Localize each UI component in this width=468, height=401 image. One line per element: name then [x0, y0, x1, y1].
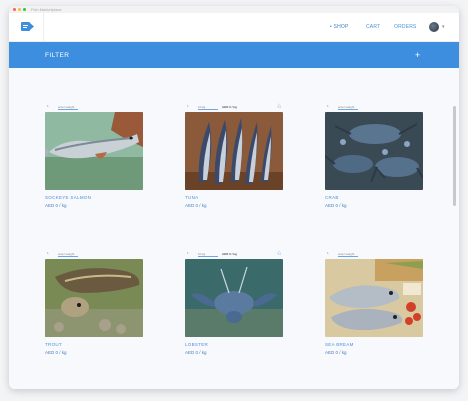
order-controls: 1 enter weight	[45, 104, 143, 112]
scrollbar[interactable]	[453, 106, 456, 206]
window-title: Fish Marketplace	[31, 7, 62, 12]
product-image[interactable]	[185, 112, 283, 190]
nav-cart[interactable]: CART	[366, 13, 380, 41]
product-name[interactable]: TROUT	[45, 342, 143, 347]
product-image[interactable]	[45, 259, 143, 337]
weight-select[interactable]: enter weight	[338, 252, 358, 257]
nav-orders[interactable]: ORDERS	[394, 13, 417, 41]
product-card[interactable]: 1 10 kg AED 0 / kg ♘ LOBSTER AED 0 / kg	[185, 251, 283, 355]
logo-icon[interactable]	[21, 22, 34, 31]
product-price: AED 0 / kg	[45, 350, 67, 355]
unit-price-label: AED 0 / kg	[222, 105, 237, 109]
product-name[interactable]: SEA BREAM	[325, 342, 423, 347]
quantity-stepper[interactable]: 1	[327, 104, 329, 108]
product-price: AED 0 / kg	[325, 203, 347, 208]
order-controls: 1 enter weight	[325, 104, 423, 112]
app-window: Fish Marketplace • SHOP CART ORDERS ▾ FI…	[9, 6, 459, 389]
product-image[interactable]	[325, 259, 423, 337]
close-dot[interactable]	[13, 8, 16, 11]
product-image[interactable]	[185, 259, 283, 337]
product-price: AED 0 / kg	[45, 203, 67, 208]
avatar[interactable]	[429, 22, 439, 32]
product-name[interactable]: TUNA	[185, 195, 283, 200]
quantity-stepper[interactable]: 1	[47, 251, 49, 255]
top-navigation: • SHOP CART ORDERS ▾	[9, 13, 459, 42]
weight-select[interactable]: enter weight	[338, 105, 358, 110]
quantity-stepper[interactable]: 1	[47, 104, 49, 108]
filter-label: FILTER	[45, 52, 70, 59]
product-image[interactable]	[325, 112, 423, 190]
product-price: AED 0 / kg	[185, 350, 207, 355]
weight-select[interactable]: enter weight	[58, 252, 78, 257]
weight-select[interactable]: 10 kg	[198, 105, 218, 110]
logo-container	[9, 13, 44, 41]
chevron-down-icon[interactable]: ▾	[442, 24, 445, 30]
product-name[interactable]: SOCKEYE SALMON	[45, 195, 143, 200]
product-card[interactable]: 1 enter weight SOCKEYE SALMON AED 0 / kg	[45, 104, 143, 208]
order-controls: 1 10 kg AED 0 / kg ♘	[185, 251, 283, 259]
unit-price-label: AED 0 / kg	[222, 252, 237, 256]
product-card[interactable]: 1 enter weight CRAB AED 0 / kg	[325, 104, 423, 208]
product-card[interactable]: 1 10 kg AED 0 / kg ♘ TUNA AED 0 / kg	[185, 104, 283, 208]
favorite-icon[interactable]: ♘	[277, 103, 282, 110]
minimize-dot[interactable]	[18, 8, 21, 11]
order-controls: 1 enter weight	[325, 251, 423, 259]
weight-select[interactable]: enter weight	[58, 105, 78, 110]
quantity-stepper[interactable]: 1	[327, 251, 329, 255]
nav-shop[interactable]: • SHOP	[330, 13, 349, 41]
product-price: AED 0 / kg	[185, 203, 207, 208]
maximize-dot[interactable]	[23, 8, 26, 11]
product-card[interactable]: 1 enter weight SEA BREAM AED 0 / kg	[325, 251, 423, 355]
window-chrome: Fish Marketplace	[9, 6, 459, 13]
quantity-stepper[interactable]: 1	[187, 251, 189, 255]
favorite-icon[interactable]: ♘	[277, 250, 282, 257]
product-card[interactable]: 1 enter weight TROUT AED 0 / kg	[45, 251, 143, 355]
product-name[interactable]: LOBSTER	[185, 342, 283, 347]
quantity-stepper[interactable]: 1	[187, 104, 189, 108]
product-grid: 1 enter weight SOCKEYE SALMON AED 0 / kg	[9, 68, 459, 389]
expand-filter-icon[interactable]: +	[415, 42, 420, 69]
weight-select[interactable]: 10 kg	[198, 252, 218, 257]
product-price: AED 0 / kg	[325, 350, 347, 355]
order-controls: 1 10 kg AED 0 / kg ♘	[185, 104, 283, 112]
filter-bar[interactable]: FILTER +	[9, 42, 459, 69]
product-image[interactable]	[45, 112, 143, 190]
product-name[interactable]: CRAB	[325, 195, 423, 200]
order-controls: 1 enter weight	[45, 251, 143, 259]
